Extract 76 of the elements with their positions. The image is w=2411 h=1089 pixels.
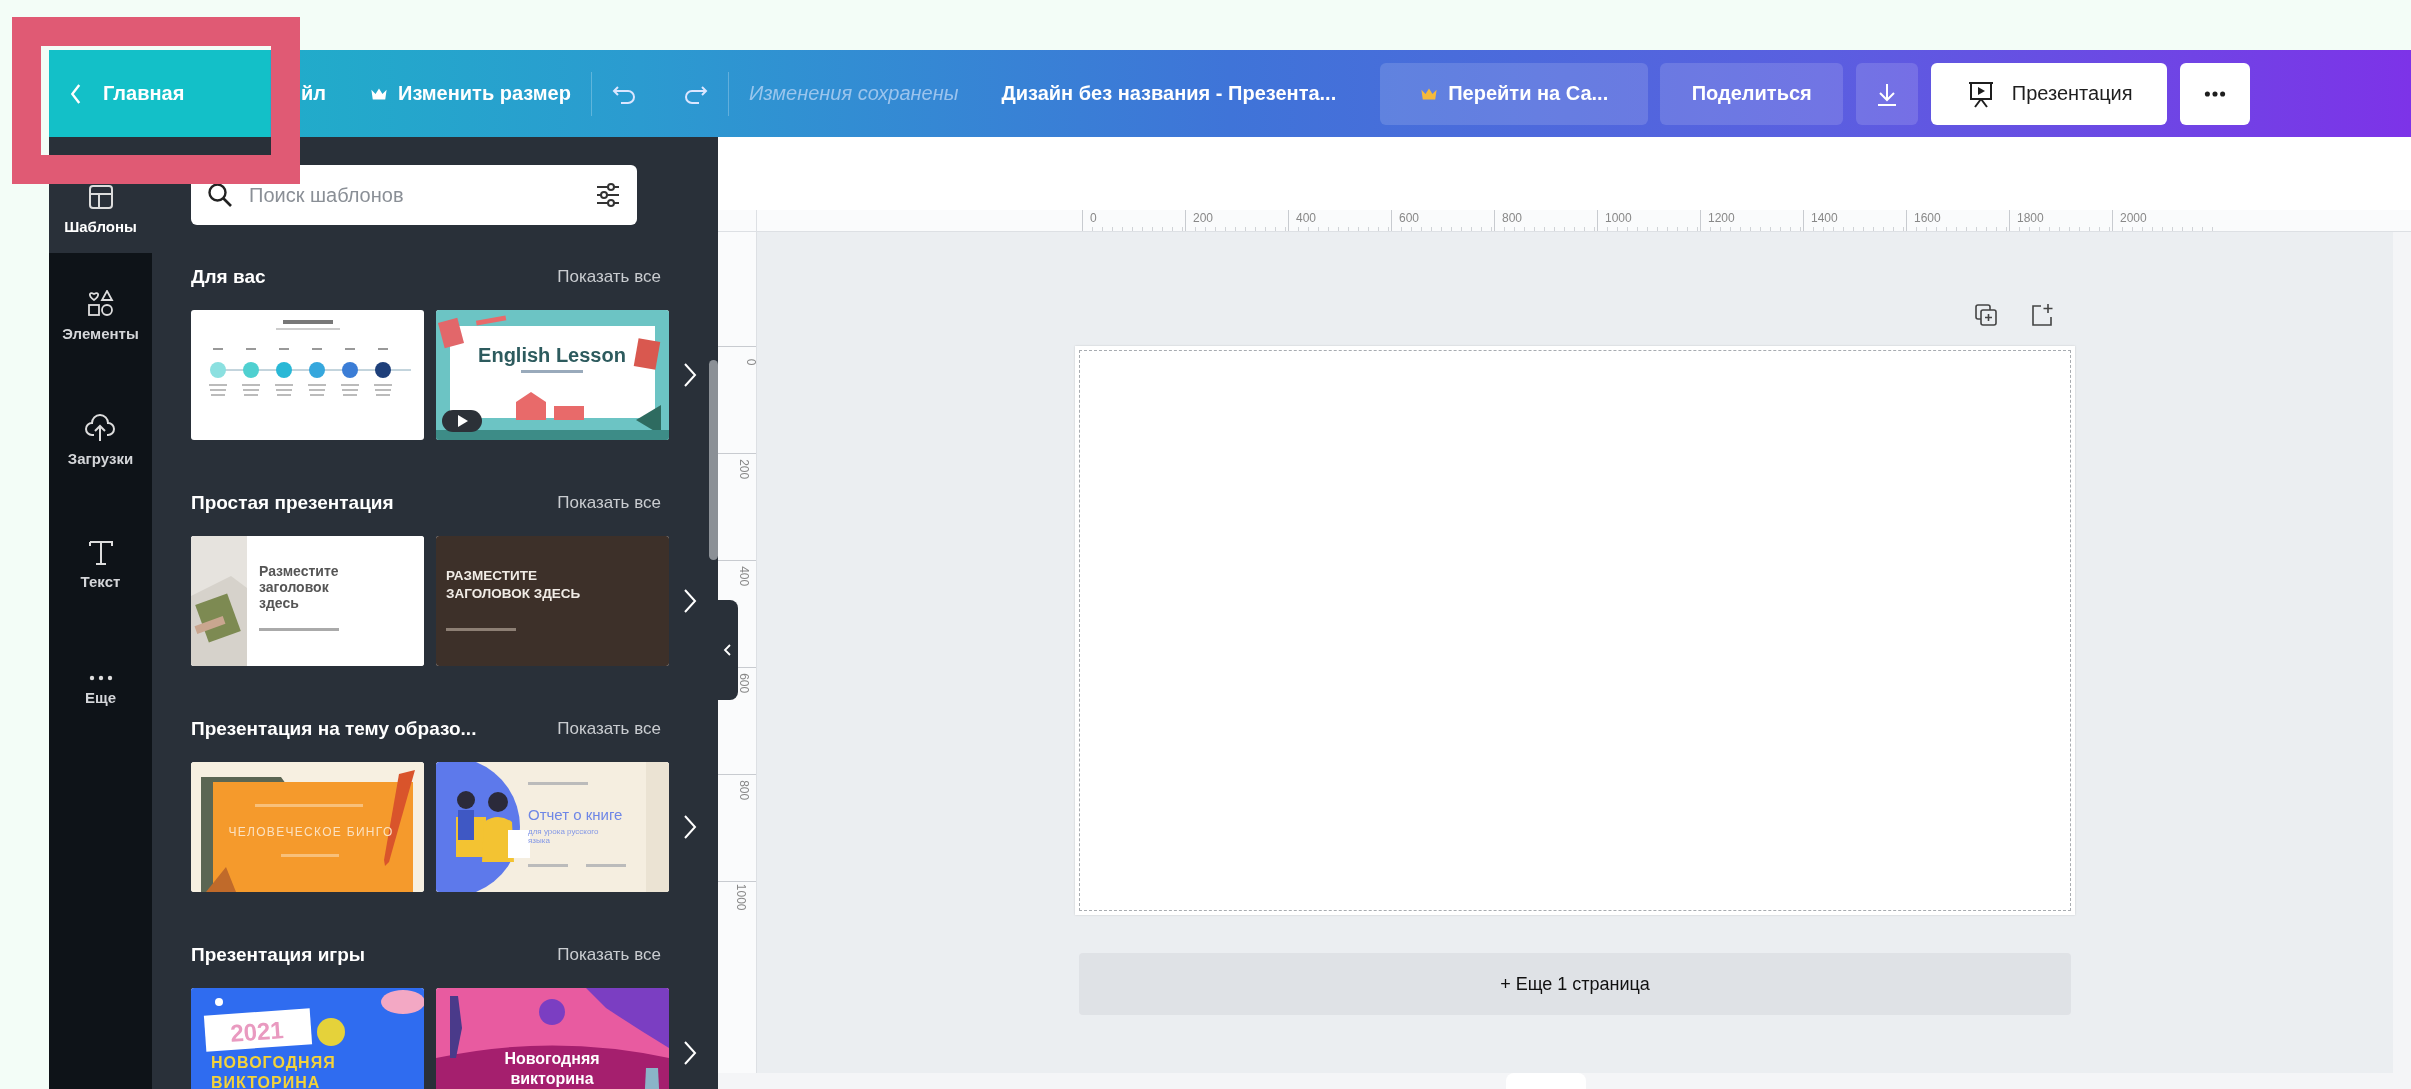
layout-icon <box>87 184 114 210</box>
scrollbar[interactable] <box>2393 232 2411 1089</box>
download-button[interactable] <box>1856 62 1919 125</box>
back-chevron-icon <box>71 83 81 104</box>
section-title: Простая презентация <box>191 492 394 514</box>
next-button[interactable] <box>681 362 699 388</box>
more-icon <box>88 675 113 681</box>
more-icon <box>2204 89 2227 98</box>
rail-item[interactable]: Элементы <box>49 253 152 378</box>
scrollbar[interactable] <box>718 1073 2393 1089</box>
next-button[interactable] <box>681 1040 699 1066</box>
add-page-button[interactable]: + Еще 1 страница <box>1079 953 2071 1015</box>
design-title[interactable]: Дизайн без названия - Презента... <box>1001 82 1337 105</box>
ruler-label: 600 <box>736 673 752 694</box>
upgrade-button[interactable]: Перейти на Са... <box>1380 62 1649 125</box>
share-button[interactable]: Поделиться <box>1660 62 1844 125</box>
show-all-link[interactable]: Показать все <box>557 267 661 287</box>
ruler-label: 400 <box>1288 210 1391 231</box>
section-title: Для вас <box>191 266 266 288</box>
search-field[interactable]: Поиск шаблонов <box>191 165 637 225</box>
thumbnail-title: Отчет о книге <box>528 806 623 823</box>
ruler-label: 0 <box>1082 210 1185 231</box>
template-thumbnail[interactable]: РАЗМЕСТИТЕ ЗАГОЛОВОК ЗДЕСЬ <box>436 536 669 666</box>
template-thumbnail[interactable] <box>191 310 424 440</box>
show-all-link[interactable]: Показать все <box>557 719 661 739</box>
ruler-label: 800 <box>1494 210 1597 231</box>
add-page-icon[interactable] <box>2029 302 2055 328</box>
chevron-right-icon <box>683 362 697 388</box>
ruler-label: 800 <box>736 780 752 801</box>
thumbnail-title: РАЗМЕСТИТЕ ЗАГОЛОВОК ЗДЕСЬ <box>446 568 581 601</box>
text-icon <box>88 541 113 565</box>
ruler-label: 0 <box>743 358 756 366</box>
more-button[interactable] <box>2180 62 2251 125</box>
rail-item[interactable]: Еще <box>49 628 152 753</box>
next-button[interactable] <box>681 588 699 614</box>
ruler-label: 1800 <box>2009 210 2112 231</box>
shapes-icon <box>86 289 115 317</box>
collapse-panel-button[interactable] <box>718 600 738 700</box>
ruler-label: 400 <box>736 566 752 587</box>
search-icon <box>207 182 233 208</box>
section-title: Презентация на тему образо... <box>191 718 477 740</box>
filter-icon[interactable] <box>595 182 621 208</box>
section-title: Презентация игры <box>191 944 366 966</box>
ruler-label: 1000 <box>1597 210 1700 231</box>
show-all-link[interactable]: Показать все <box>557 945 661 965</box>
chevron-right-icon <box>683 588 697 614</box>
cloud-upload-icon <box>84 414 117 442</box>
ruler-label: 1200 <box>1700 210 1803 231</box>
ruler-label: 1000 <box>733 883 748 911</box>
save-status: Изменения сохранены <box>748 82 959 105</box>
thumbnail-subtitle: для урока русского языка <box>528 827 599 845</box>
ruler-label: 200 <box>1185 210 1288 231</box>
chevron-right-icon <box>683 814 697 840</box>
thumbnail-title: НОВОГОДНЯЯ ВИКТОРИНА <box>211 1054 336 1089</box>
ruler-label: 1400 <box>1803 210 1906 231</box>
year-label: 2021 <box>229 1016 285 1047</box>
thumbnail-title: Разместите заголовок здесь <box>259 563 339 611</box>
show-all-link[interactable]: Показать все <box>557 493 661 513</box>
thumbnail-title: ЧЕЛОВЕЧЕСКОЕ БИНГО <box>228 825 394 839</box>
rail-item[interactable]: Текст <box>49 503 152 628</box>
chevron-left-icon <box>723 642 733 658</box>
ruler-label: 1600 <box>1906 210 2009 231</box>
ruler-label: 600 <box>1391 210 1494 231</box>
thumbnail-title: Новогодняя викторина <box>504 1050 600 1087</box>
template-thumbnail[interactable]: Новогодняя викторина <box>436 988 669 1089</box>
thumbnail-title: English Lesson <box>478 344 626 366</box>
chevron-right-icon <box>683 1040 697 1066</box>
template-thumbnail[interactable]: Разместите заголовок здесь <box>191 536 424 666</box>
duplicate-page-icon[interactable] <box>1973 302 1999 328</box>
rail-item[interactable]: Загрузки <box>49 378 152 503</box>
next-button[interactable] <box>681 814 699 840</box>
present-button[interactable]: Презентация <box>1931 62 2168 125</box>
template-thumbnail[interactable]: English Lesson <box>436 310 669 440</box>
scrollbar[interactable] <box>709 360 718 560</box>
ruler-label: 2000 <box>2112 210 2215 231</box>
ruler-label: 200 <box>736 459 752 480</box>
